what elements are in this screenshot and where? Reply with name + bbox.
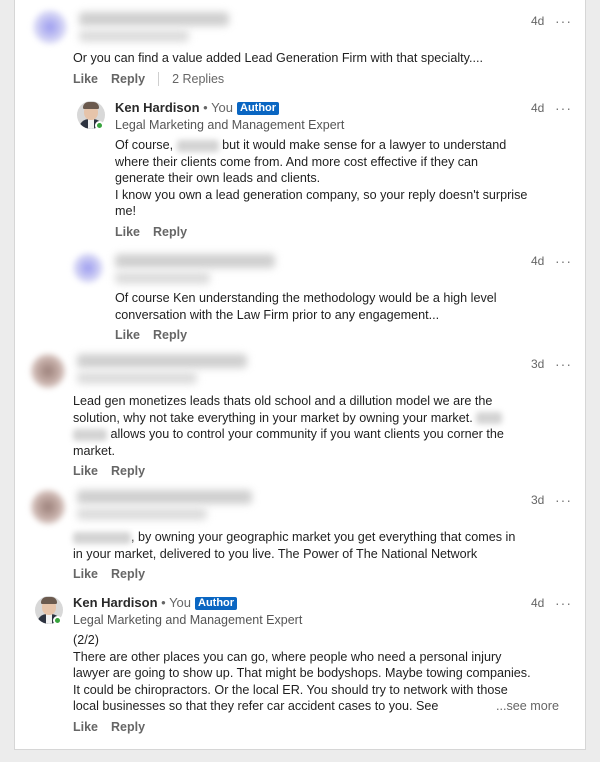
comment-text: , by owning your geographic market you g… [73,529,515,562]
comment-text-line: in your market, delivered to you live. T… [73,546,478,561]
redacted-name [476,412,503,425]
comment-text-line: where their clients come from. And more … [115,154,479,169]
timestamp: 4d [531,254,545,268]
avatar[interactable] [31,354,65,388]
comment-text: Or you can find a value added Lead Gener… [73,50,483,67]
author-headline: Legal Marketing and Management Expert [73,613,303,627]
comment-text-line: Or you can find a value added Lead Gener… [73,51,483,65]
timestamp: 3d [531,357,545,371]
comment-actions: Like Reply 2 Replies [73,72,237,86]
blurred-headline [115,272,210,284]
redacted-name [73,531,131,544]
blurred-author-name [77,354,247,368]
comment-actions: Like Reply [115,328,200,342]
reply-button[interactable]: Reply [111,72,145,86]
reply-button[interactable]: Reply [153,225,187,239]
comment-text-line: There are other places you can go, where… [73,649,502,664]
text-segment: Of course, [115,138,174,152]
timestamp: 4d [531,596,545,610]
comment-text-line: I know you own a lead generation company… [115,187,528,202]
online-status-icon [53,616,62,625]
blurred-author-name [77,490,252,504]
comment-actions: Like Reply [115,225,200,239]
comment-text: (2/2) There are other places you can go,… [73,632,559,715]
author-badge: Author [195,597,238,610]
reply-button[interactable]: Reply [111,464,145,478]
avatar[interactable] [73,253,103,283]
avatar[interactable] [33,10,67,44]
comment-actions: Like Reply [73,464,158,478]
comment-actions: Like Reply [73,567,158,581]
comment-text-line: market. [73,443,115,458]
see-more-link[interactable]: ...see more [496,698,559,715]
author-headline: Legal Marketing and Management Expert [115,118,345,132]
you-label: • You [203,100,234,115]
text-segment: allows you to control your community if … [110,427,504,441]
like-button[interactable]: Like [73,72,98,86]
blurred-author-name [115,254,275,268]
more-options-icon[interactable]: ··· [555,254,572,268]
more-options-icon[interactable]: ··· [555,596,572,610]
redacted-name [73,428,107,441]
avatar-shirt [46,614,52,624]
like-button[interactable]: Like [73,567,98,581]
online-status-icon [95,121,104,130]
author-badge: Author [237,102,280,115]
divider [158,72,160,86]
replies-count-link[interactable]: 2 Replies [172,72,224,86]
like-button[interactable]: Like [115,328,140,342]
author-name[interactable]: Ken Hardison • You Author [115,100,280,115]
text-segment: solution, why not take everything in you… [73,410,473,425]
comment-text-line: solution, why not take everything in you… [73,410,504,427]
timestamp: 4d [531,101,545,115]
comment-text-line: generate their own leads and clients. [115,171,321,185]
comment-text-line: local businesses so that they refer car … [73,698,559,715]
comment-text-line: It could be chiropractors. Or the local … [73,682,508,697]
avatar[interactable] [31,490,65,524]
comment-text-line: me! [115,204,136,218]
comment-text-line: allows you to control your community if … [73,426,504,443]
author-name[interactable]: Ken Hardison • You Author [73,595,238,610]
comment-actions: Like Reply [73,720,158,734]
comment-text-line: conversation with the Law Firm prior to … [115,307,440,322]
blurred-headline [79,30,189,42]
avatar-hair [41,597,57,604]
text-segment: , by owning your geographic market you g… [131,530,516,544]
avatar-hair [83,102,99,109]
comment-text-line: Of course, but it would make sense for a… [115,137,527,154]
text-segment: local businesses so that they refer car … [73,699,439,713]
avatar-shirt [88,119,94,129]
reply-button[interactable]: Reply [153,328,187,342]
you-label: • You [161,595,192,610]
blurred-author-name [79,12,229,26]
reply-button[interactable]: Reply [111,567,145,581]
timestamp: 4d [531,14,545,28]
comment-text: Of course Ken understanding the methodol… [115,290,497,323]
more-options-icon[interactable]: ··· [555,101,572,115]
like-button[interactable]: Like [73,464,98,478]
author-name-text: Ken Hardison [115,100,200,115]
like-button[interactable]: Like [115,225,140,239]
author-name-text: Ken Hardison [73,595,158,610]
timestamp: 3d [531,493,545,507]
comment-text: Of course, but it would make sense for a… [115,137,527,220]
comment-text: Lead gen monetizes leads thats old schoo… [73,393,504,459]
comments-panel: 4d ··· Or you can find a value added Lea… [14,0,586,750]
more-options-icon[interactable]: ··· [555,357,572,371]
blurred-headline [77,508,207,520]
text-segment: but it would make sense for a lawyer to … [222,138,507,152]
reply-button[interactable]: Reply [111,720,145,734]
redacted-name [176,139,219,152]
like-button[interactable]: Like [73,720,98,734]
comment-text-line: Of course Ken understanding the methodol… [115,291,497,305]
more-options-icon[interactable]: ··· [555,14,572,28]
comment-text-line: (2/2) [73,633,99,647]
more-options-icon[interactable]: ··· [555,493,572,507]
comment-text-line: , by owning your geographic market you g… [73,529,515,546]
comment-text-line: Lead gen monetizes leads thats old schoo… [73,394,493,408]
comment-text-line: lawyer are going to show up. That might … [73,666,531,680]
blurred-headline [77,372,197,384]
